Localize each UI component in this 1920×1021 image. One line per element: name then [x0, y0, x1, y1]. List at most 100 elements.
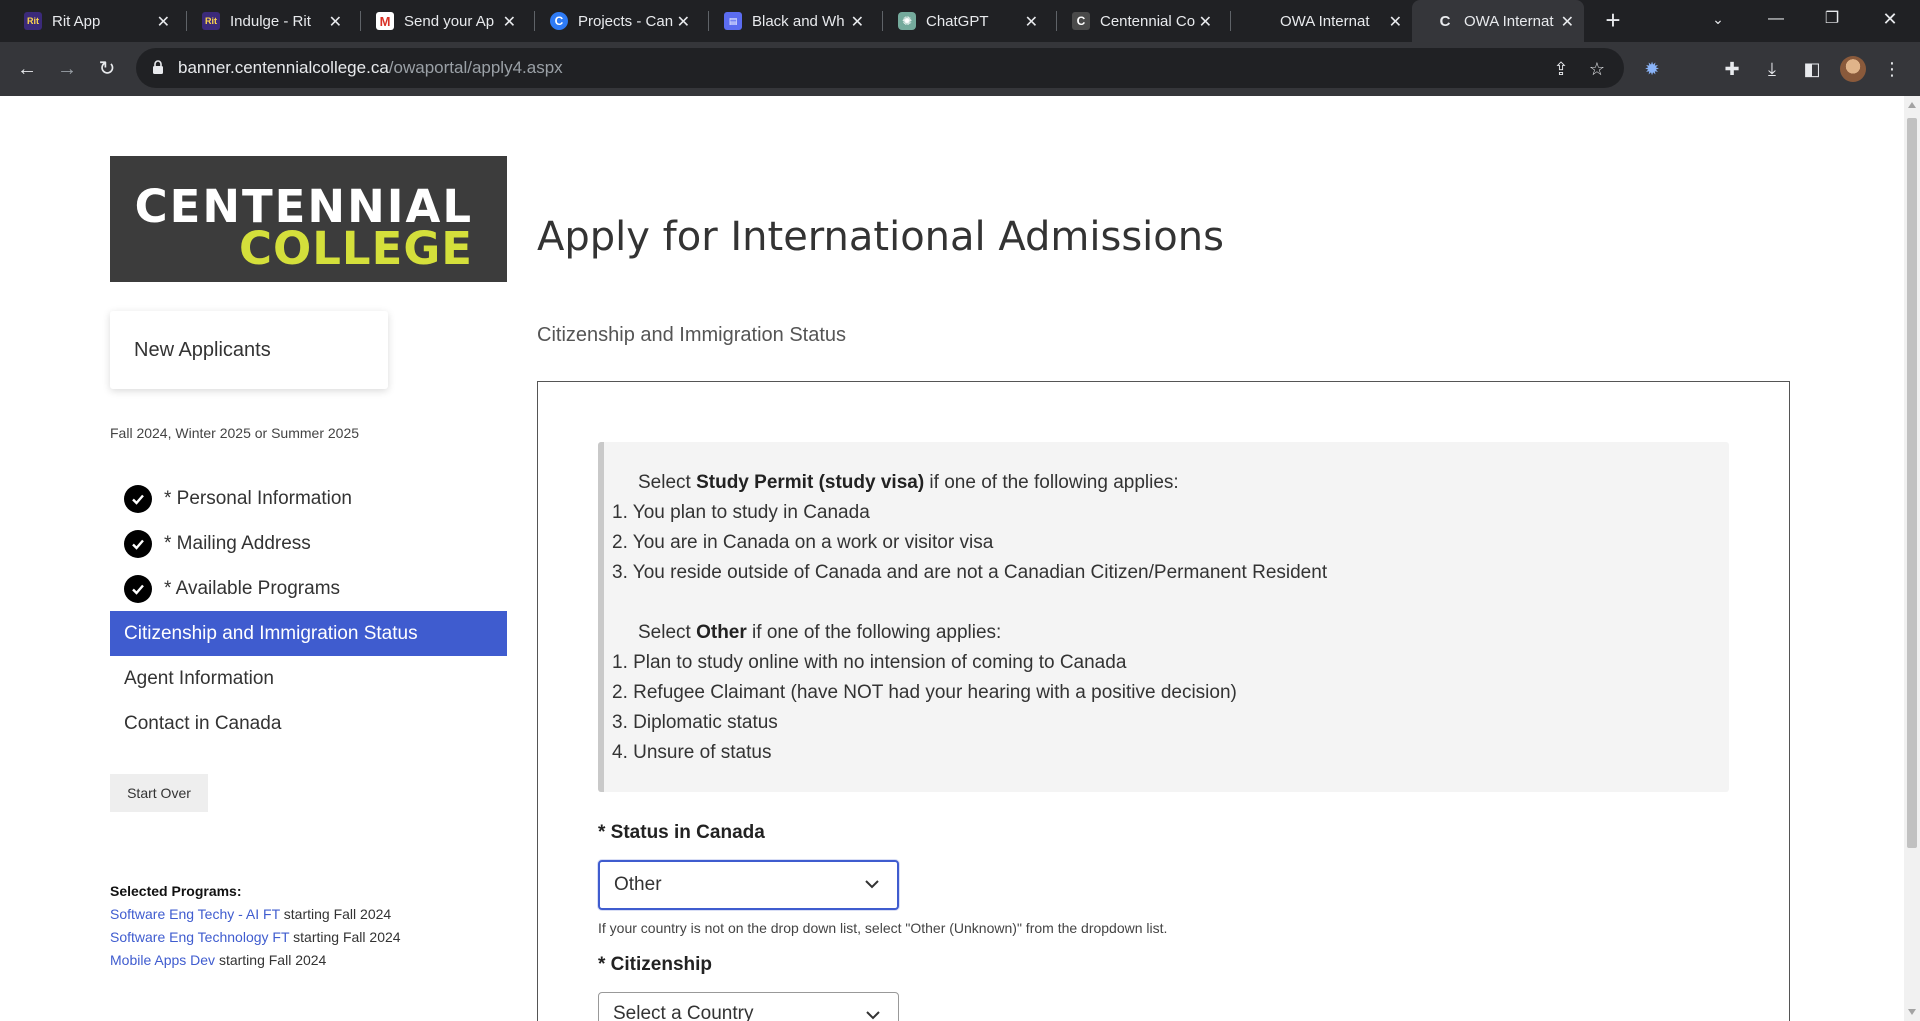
side-panel-icon[interactable]: ◧ — [1800, 57, 1824, 81]
scroll-up-icon[interactable] — [1908, 102, 1916, 108]
nav-item-available-programs[interactable]: * Available Programs — [110, 566, 507, 611]
restore-icon[interactable]: ❐ — [1804, 0, 1860, 42]
page-content: CENTENNIAL COLLEGE Apply for Internation… — [0, 96, 1904, 1021]
browser-tab[interactable]: OWA Internat ✕ — [1248, 0, 1412, 42]
citizenship-label: * Citizenship — [598, 954, 713, 975]
address-bar[interactable]: banner.centennialcollege.ca/owaportal/ap… — [136, 48, 1624, 88]
check-circle-icon — [124, 484, 152, 513]
list-item: 4. Unsure of status — [612, 742, 772, 763]
selected-programs-title: Selected Programs: — [110, 883, 242, 899]
section-heading: Citizenship and Immigration Status — [537, 324, 847, 346]
tab-title: Black and Wh — [752, 12, 845, 30]
centennial-college-logo[interactable]: CENTENNIAL COLLEGE — [110, 156, 507, 282]
new-applicants-label: New Applicants — [134, 339, 271, 361]
nav-item-personal-information[interactable]: * Personal Information — [110, 476, 507, 521]
nav-item-agent-information[interactable]: Agent Information — [110, 656, 507, 701]
nav-item-mailing-address[interactable]: * Mailing Address — [110, 521, 507, 566]
lock-icon — [153, 60, 163, 74]
status-selected-value: Other — [614, 874, 662, 895]
browser-tab[interactable]: Rit Indulge - Rit ✕ — [178, 0, 352, 42]
nav-item-label: * Personal Information — [164, 487, 352, 509]
program-item: Software Eng Technology FT starting Fall… — [110, 926, 401, 949]
status-hint: If your country is not on the drop down … — [598, 920, 1168, 936]
app-icon: ▤ — [724, 12, 742, 30]
window-close-icon[interactable]: ✕ — [1862, 0, 1918, 42]
tab-title: OWA Internat — [1280, 12, 1370, 30]
close-tab-icon[interactable]: ✕ — [1199, 12, 1212, 32]
tab-title: OWA Internat — [1464, 12, 1554, 30]
close-tab-icon[interactable]: ✕ — [1561, 12, 1574, 32]
study-permit-intro: Select Study Permit (study visa) if one … — [638, 472, 1179, 493]
citizenship-form: Select Study Permit (study visa) if one … — [537, 381, 1790, 1021]
puzzle-icon[interactable]: ✚ — [1720, 57, 1744, 81]
tab-title: ChatGPT — [926, 12, 989, 30]
close-tab-icon[interactable]: ✕ — [677, 12, 690, 32]
close-tab-icon[interactable]: ✕ — [851, 12, 864, 32]
tab-title: Centennial Co — [1100, 12, 1196, 30]
program-item: Mobile Apps Dev starting Fall 2024 — [110, 949, 401, 972]
browser-tab[interactable]: Rit Rit App ✕ — [0, 0, 180, 42]
gmail-icon: M — [376, 12, 394, 30]
start-over-button[interactable]: Start Over — [110, 774, 208, 812]
extension-icon[interactable]: ✹ — [1640, 57, 1664, 81]
program-term: starting Fall 2024 — [283, 906, 392, 922]
scrollbar-thumb[interactable] — [1907, 118, 1917, 848]
other-intro: Select Other if one of the following app… — [638, 622, 1002, 643]
tab-title: Indulge - Rit — [230, 12, 311, 30]
chatgpt-icon: ✺ — [898, 12, 916, 30]
forward-icon[interactable]: → — [53, 55, 81, 83]
list-item: 1. Plan to study online with no intensio… — [612, 652, 1127, 673]
close-tab-icon[interactable]: ✕ — [157, 12, 170, 32]
close-tab-icon[interactable]: ✕ — [329, 12, 342, 32]
menu-icon[interactable]: ⋮ — [1880, 57, 1904, 81]
bookmark-star-icon[interactable]: ☆ — [1586, 58, 1608, 80]
new-applicants-card[interactable]: New Applicants — [110, 311, 388, 389]
centennial-icon: C — [1439, 12, 1451, 30]
citizenship-selected-value: Select a Country — [613, 1003, 754, 1021]
nav-item-label: Agent Information — [124, 667, 274, 689]
program-link[interactable]: Mobile Apps Dev — [110, 952, 215, 968]
status-in-canada-label: * Status in Canada — [598, 822, 765, 843]
reload-icon[interactable]: ↻ — [93, 55, 121, 83]
close-tab-icon[interactable]: ✕ — [503, 12, 516, 32]
list-item: 3. You reside outside of Canada and are … — [612, 562, 1328, 583]
term-text: Fall 2024, Winter 2025 or Summer 2025 — [110, 425, 360, 441]
browser-tab[interactable]: ✺ ChatGPT ✕ — [874, 0, 1048, 42]
browser-tab-bar: Rit Rit App ✕ Rit Indulge - Rit ✕ M Send… — [0, 0, 1920, 42]
status-in-canada-select[interactable]: Other — [598, 860, 899, 910]
list-item: 1. You plan to study in Canada — [612, 502, 870, 523]
status-info-box: Select Study Permit (study visa) if one … — [598, 442, 1729, 792]
program-term: starting Fall 2024 — [293, 929, 401, 945]
tab-title: Projects - Can — [578, 12, 674, 30]
centennial-icon: C — [1072, 12, 1090, 30]
close-tab-icon[interactable]: ✕ — [1025, 12, 1038, 32]
tab-title: Send your Ap — [404, 12, 495, 30]
page-scrollbar[interactable] — [1904, 96, 1920, 1021]
scroll-down-icon[interactable] — [1908, 1009, 1916, 1015]
minimize-icon[interactable]: — — [1748, 0, 1804, 42]
browser-toolbar: ← → ↻ banner.centennialcollege.ca/owapor… — [0, 42, 1920, 96]
citizenship-select[interactable]: Select a Country — [598, 992, 899, 1021]
browser-tab-active[interactable]: C OWA Internat ✕ — [1412, 0, 1584, 42]
back-icon[interactable]: ← — [13, 55, 41, 83]
download-icon[interactable]: ⤓ — [1760, 57, 1784, 81]
new-tab-button[interactable]: + — [1598, 6, 1628, 36]
tab-search-icon[interactable]: ⌄ — [1690, 0, 1746, 42]
rit-icon: Rit — [202, 12, 220, 30]
nav-item-label: Citizenship and Immigration Status — [124, 622, 418, 644]
browser-tab[interactable]: C Centennial Co ✕ — [1048, 0, 1222, 42]
nav-item-citizenship-status[interactable]: Citizenship and Immigration Status — [110, 611, 507, 656]
program-link[interactable]: Software Eng Technology FT — [110, 929, 289, 945]
program-item: Software Eng Techy - AI FT starting Fall… — [110, 903, 401, 926]
program-link[interactable]: Software Eng Techy - AI FT — [110, 906, 280, 922]
profile-avatar[interactable] — [1840, 56, 1866, 82]
close-tab-icon[interactable]: ✕ — [1389, 12, 1402, 32]
browser-tab[interactable]: M Send your Ap ✕ — [352, 0, 526, 42]
nav-item-contact-in-canada[interactable]: Contact in Canada — [110, 701, 507, 746]
program-term: starting Fall 2024 — [218, 952, 327, 968]
share-icon[interactable]: ⇪ — [1550, 58, 1572, 80]
list-item: 2. You are in Canada on a work or visito… — [612, 532, 994, 553]
browser-tab[interactable]: C Projects - Can ✕ — [526, 0, 700, 42]
browser-tab[interactable]: ▤ Black and Wh ✕ — [700, 0, 874, 42]
logo-line2: COLLEGE — [238, 222, 473, 275]
